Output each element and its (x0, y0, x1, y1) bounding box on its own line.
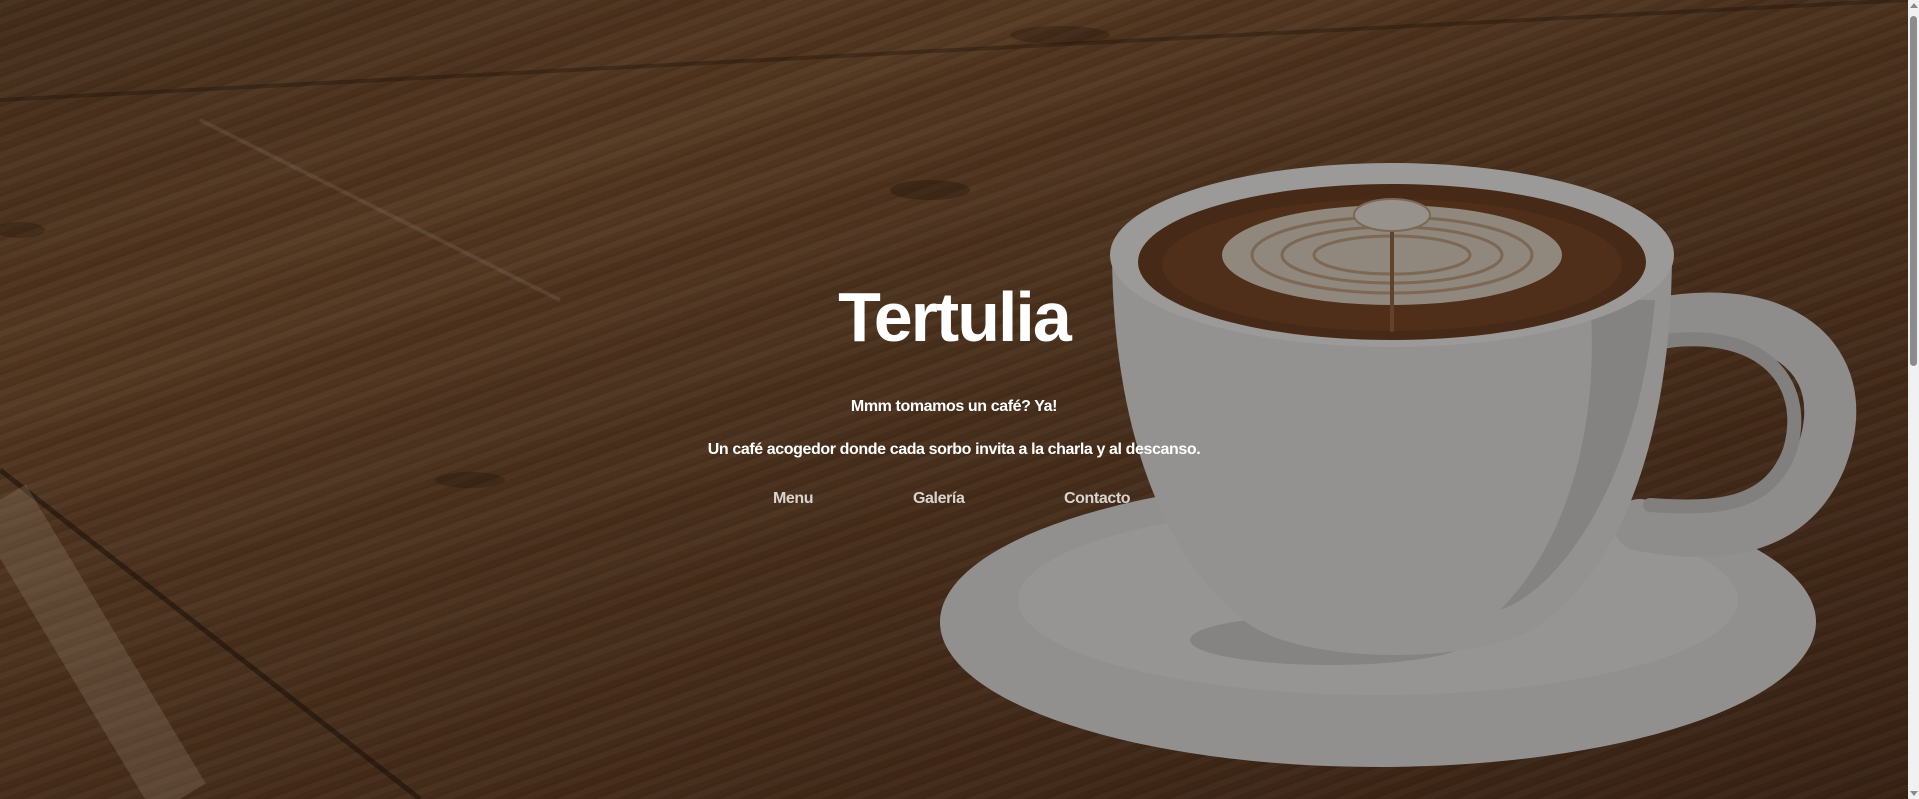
nav-link-menu[interactable]: Menu (773, 490, 814, 508)
scrollbar-thumb[interactable] (1910, 16, 1917, 366)
nav-link-contacto[interactable]: Contacto (1064, 490, 1131, 508)
hero-tagline: Mmm tomamos un café? Ya! (850, 398, 1058, 415)
scroll-up-arrow-icon[interactable] (1910, 3, 1918, 8)
hero-title: Tertulia (838, 278, 1072, 356)
nav-link-galeria[interactable]: Galería (913, 490, 965, 508)
vertical-scrollbar[interactable] (1908, 0, 1919, 799)
hero-description: Un café acogedor donde cada sorbo invita… (707, 441, 1201, 458)
page-viewport: Tertulia Mmm tomamos un café? Ya! Un caf… (0, 0, 1919, 799)
hero-nav: Menu Galería Contacto (0, 490, 1908, 514)
hero-section: Tertulia Mmm tomamos un café? Ya! Un caf… (0, 0, 1908, 799)
scroll-down-arrow-icon[interactable] (1910, 791, 1918, 796)
